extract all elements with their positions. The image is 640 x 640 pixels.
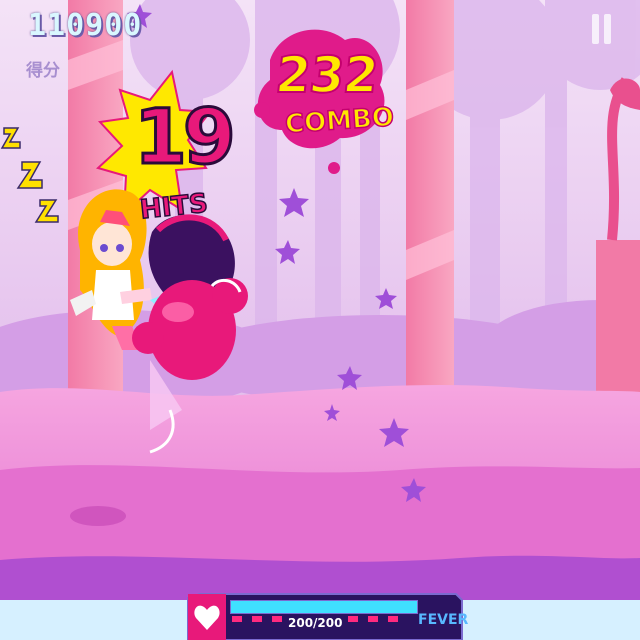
pause-icon — [592, 14, 599, 44]
fever-label: FEVER — [418, 612, 469, 628]
tree-middle — [406, 0, 454, 410]
hp-bar — [230, 600, 418, 614]
heart-icon — [188, 594, 226, 640]
combo-count: 232 — [272, 45, 381, 105]
score-label: 得分 — [26, 61, 60, 81]
pause-button[interactable] — [592, 14, 612, 44]
hits-count: 19 — [133, 91, 238, 183]
ground-shadow-spot — [70, 506, 126, 526]
hp-value: 200/200 — [288, 616, 343, 630]
pause-icon-bar — [604, 14, 611, 44]
hp-bar-fill — [231, 601, 417, 613]
score-value: 110900 — [28, 8, 143, 43]
status-bar: 200/200 FEVER — [188, 594, 468, 640]
